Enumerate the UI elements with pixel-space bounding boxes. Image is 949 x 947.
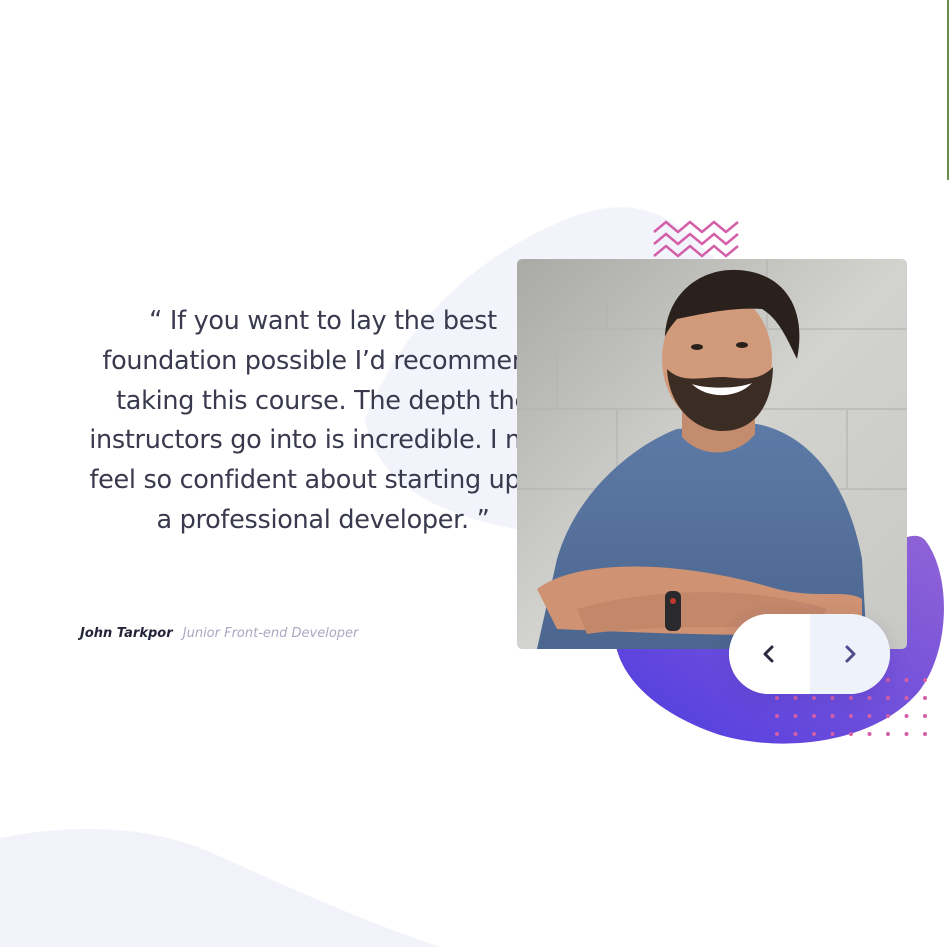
pattern-dot xyxy=(886,732,890,736)
pattern-dot xyxy=(830,714,835,718)
pattern-dot xyxy=(812,714,816,718)
pattern-dot xyxy=(793,714,798,718)
pattern-dot xyxy=(793,732,798,736)
pattern-dot xyxy=(849,732,853,736)
pattern-dot xyxy=(775,732,779,736)
pattern-dot xyxy=(923,714,927,718)
pattern-dot xyxy=(867,696,872,700)
testimonial-quote: “ If you want to lay the best foundation… xyxy=(89,306,557,535)
chevron-left-icon xyxy=(763,645,774,663)
testimonial-section: “ If you want to lay the best foundation… xyxy=(0,0,949,947)
pattern-dot xyxy=(775,696,779,700)
pattern-dot xyxy=(793,696,798,700)
pattern-dot xyxy=(904,714,909,718)
pattern-dot xyxy=(830,696,835,700)
author-photo xyxy=(517,259,907,649)
pattern-dot xyxy=(923,696,927,700)
testimonial-slider-controls xyxy=(729,614,890,694)
pattern-dot xyxy=(849,696,853,700)
pattern-dot xyxy=(849,714,853,718)
author-photo-illustration xyxy=(517,259,907,649)
author-name: John Tarkpor xyxy=(80,626,173,641)
pattern-dot xyxy=(867,732,872,736)
pattern-dot xyxy=(904,678,909,682)
pattern-dot xyxy=(812,696,816,700)
previous-button[interactable] xyxy=(729,614,809,694)
pattern-dot xyxy=(886,714,890,718)
pattern-dot xyxy=(775,714,779,718)
pattern-dot xyxy=(886,696,890,700)
pattern-dot xyxy=(867,714,872,718)
testimonial-author: John Tarkpor Junior Front-end Developer xyxy=(80,626,358,641)
pattern-dot xyxy=(830,732,835,736)
chevron-right-icon xyxy=(845,645,856,663)
pattern-dot xyxy=(904,732,909,736)
pattern-dot xyxy=(923,732,927,736)
next-button[interactable] xyxy=(810,614,890,694)
pattern-dot xyxy=(904,696,909,700)
author-role: Junior Front-end Developer xyxy=(182,626,359,641)
pattern-dot xyxy=(923,678,927,682)
pattern-dot xyxy=(812,732,816,736)
